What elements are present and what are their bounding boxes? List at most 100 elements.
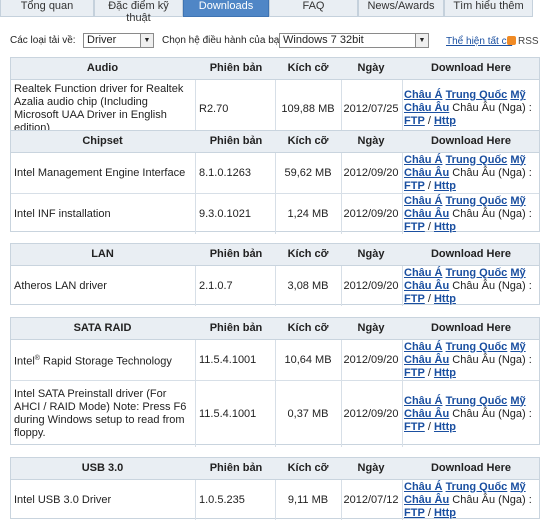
section-lan: LAN Phiên bản Kích cỡ Ngày Download Here Athe… xyxy=(10,243,540,306)
table-row: Realtek Function driver for Realtek Azal… xyxy=(11,80,539,137)
size-header: Kích cỡ xyxy=(287,248,329,260)
download-http-link[interactable]: Http xyxy=(434,507,456,519)
download-type-select[interactable]: Driver ▼ xyxy=(83,33,154,48)
download-asia-link[interactable]: Châu Á xyxy=(404,89,443,101)
download-america-link[interactable]: Mỹ xyxy=(510,195,525,207)
chevron-down-icon: ▼ xyxy=(140,34,153,47)
download-http-link[interactable]: Http xyxy=(434,221,456,233)
download-type-label: Các loại tải về: xyxy=(10,35,76,46)
table-row: Intel® Rapid Storage Technology 11.5.4.10… xyxy=(11,340,539,381)
download-http-link[interactable]: Http xyxy=(434,115,456,127)
download-europe-russia-text: Châu Âu (Nga) : xyxy=(452,102,532,114)
tab-faq[interactable]: FAQ xyxy=(269,0,358,17)
download-europe-link[interactable]: Châu Âu xyxy=(404,408,449,420)
download-header: Download Here xyxy=(430,248,512,260)
driver-version: 9.3.0.1021 xyxy=(199,208,251,220)
size-header: Kích cỡ xyxy=(287,62,329,74)
download-china-link[interactable]: Trung Quốc xyxy=(446,395,508,407)
date-header: Ngày xyxy=(357,322,385,334)
download-ftp-link[interactable]: FTP xyxy=(404,221,425,233)
download-http-link[interactable]: Http xyxy=(434,421,456,433)
date-header: Ngày xyxy=(357,462,385,474)
download-ftp-link[interactable]: FTP xyxy=(404,367,425,379)
download-ftp-link[interactable]: FTP xyxy=(404,180,425,192)
version-header: Phiên bản xyxy=(209,62,263,74)
tab-bar: Tổng quan Đặc điểm kỹ thuật Downloads FA… xyxy=(0,0,550,24)
download-header: Download Here xyxy=(430,62,512,74)
download-china-link[interactable]: Trung Quốc xyxy=(446,481,508,493)
tab-specifications[interactable]: Đặc điểm kỹ thuật xyxy=(94,0,183,24)
download-links: Châu Á Trung Quốc Mỹ Châu Âu Châu Âu (Nga… xyxy=(404,89,532,128)
driver-version: 2.1.0.7 xyxy=(199,280,233,292)
section-header: LAN Phiên bản Kích cỡ Ngày Download Here xyxy=(11,244,539,266)
driver-date: 2012/07/25 xyxy=(343,102,399,115)
download-america-link[interactable]: Mỹ xyxy=(510,341,525,353)
tab-news-awards[interactable]: News/Awards xyxy=(358,0,444,17)
chevron-down-icon: ▼ xyxy=(415,34,428,47)
os-select[interactable]: Windows 7 32bit ▼ xyxy=(279,33,429,48)
tab-downloads[interactable]: Downloads xyxy=(183,0,269,17)
version-header: Phiên bản xyxy=(209,248,263,260)
download-ftp-link[interactable]: FTP xyxy=(404,293,425,305)
download-europe-russia-text: Châu Âu (Nga) : xyxy=(452,353,532,366)
download-asia-link[interactable]: Châu Á xyxy=(404,195,443,207)
download-europe-russia-text: Châu Âu (Nga) : xyxy=(452,166,532,179)
download-http-link[interactable]: Http xyxy=(434,180,456,192)
link-separator: / xyxy=(427,292,431,305)
show-all-link[interactable]: Thể hiện tất cả xyxy=(446,36,512,47)
driver-version: 11.5.4.1001 xyxy=(199,408,257,420)
download-america-link[interactable]: Mỹ xyxy=(510,89,525,101)
tab-overview[interactable]: Tổng quan xyxy=(0,0,94,17)
driver-date: 2012/09/20 xyxy=(343,167,399,179)
download-china-link[interactable]: Trung Quốc xyxy=(446,341,508,353)
download-header: Download Here xyxy=(430,322,512,334)
download-america-link[interactable]: Mỹ xyxy=(510,267,525,279)
version-header: Phiên bản xyxy=(209,322,263,334)
download-america-link[interactable]: Mỹ xyxy=(510,481,525,493)
download-europe-link[interactable]: Châu Âu xyxy=(404,494,449,506)
download-type-value: Driver xyxy=(87,34,117,46)
download-asia-link[interactable]: Châu Á xyxy=(404,267,443,279)
download-http-link[interactable]: Http xyxy=(434,293,456,305)
download-america-link[interactable]: Mỹ xyxy=(510,395,525,407)
section-header: Audio Phiên bản Kích cỡ Ngày Download Here xyxy=(11,58,539,80)
section-title: LAN xyxy=(91,248,114,260)
download-ftp-link[interactable]: FTP xyxy=(404,421,425,433)
download-china-link[interactable]: Trung Quốc xyxy=(446,89,508,101)
driver-name: Intel Management Engine Interface xyxy=(14,166,186,179)
download-china-link[interactable]: Trung Quốc xyxy=(446,154,508,166)
section-header: Chipset Phiên bản Kích cỡ Ngày Download Here xyxy=(11,131,539,153)
rss-link[interactable]: RSS xyxy=(507,36,539,47)
download-china-link[interactable]: Trung Quốc xyxy=(446,195,508,207)
driver-name: Intel USB 3.0 Driver xyxy=(14,493,112,506)
date-header: Ngày xyxy=(357,62,385,74)
tab-learn-more[interactable]: Tìm hiểu thêm xyxy=(444,0,533,17)
download-http-link[interactable]: Http xyxy=(434,367,456,379)
link-separator: / xyxy=(427,506,431,519)
download-europe-link[interactable]: Châu Âu xyxy=(404,102,449,114)
download-europe-link[interactable]: Châu Âu xyxy=(404,280,449,292)
download-ftp-link[interactable]: FTP xyxy=(404,115,425,127)
table-row: Atheros LAN driver 2.1.0.7 3,08 MB 2012/09/… xyxy=(11,266,539,306)
download-europe-russia-text: Châu Âu (Nga) : xyxy=(452,207,532,220)
download-asia-link[interactable]: Châu Á xyxy=(404,154,443,166)
driver-date: 2012/09/20 xyxy=(343,408,399,420)
download-asia-link[interactable]: Châu Á xyxy=(404,481,443,493)
driver-version: 1.0.5.235 xyxy=(199,494,245,506)
download-europe-link[interactable]: Châu Âu xyxy=(404,208,449,220)
download-links: Châu Á Trung Quốc Mỹ Châu Âu Châu Âu (Nga… xyxy=(404,395,532,434)
download-asia-link[interactable]: Châu Á xyxy=(404,395,443,407)
download-ftp-link[interactable]: FTP xyxy=(404,507,425,519)
download-europe-link[interactable]: Châu Âu xyxy=(404,167,449,179)
link-separator: / xyxy=(427,115,431,127)
download-china-link[interactable]: Trung Quốc xyxy=(446,267,508,279)
download-asia-link[interactable]: Châu Á xyxy=(404,341,443,353)
section-header: SATA RAID Phiên bản Kích cỡ Ngày Download He… xyxy=(11,318,539,340)
download-europe-link[interactable]: Châu Âu xyxy=(404,354,449,366)
section-title: Chipset xyxy=(82,135,123,147)
driver-date: 2012/09/20 xyxy=(343,208,399,220)
driver-version: R2.70 xyxy=(199,102,229,115)
table-row: Intel Management Engine Interface 8.1.0.1… xyxy=(11,153,539,194)
filter-bar: Các loại tải về: Driver ▼ Chọn hệ điều h… xyxy=(0,29,550,51)
download-america-link[interactable]: Mỹ xyxy=(510,154,525,166)
